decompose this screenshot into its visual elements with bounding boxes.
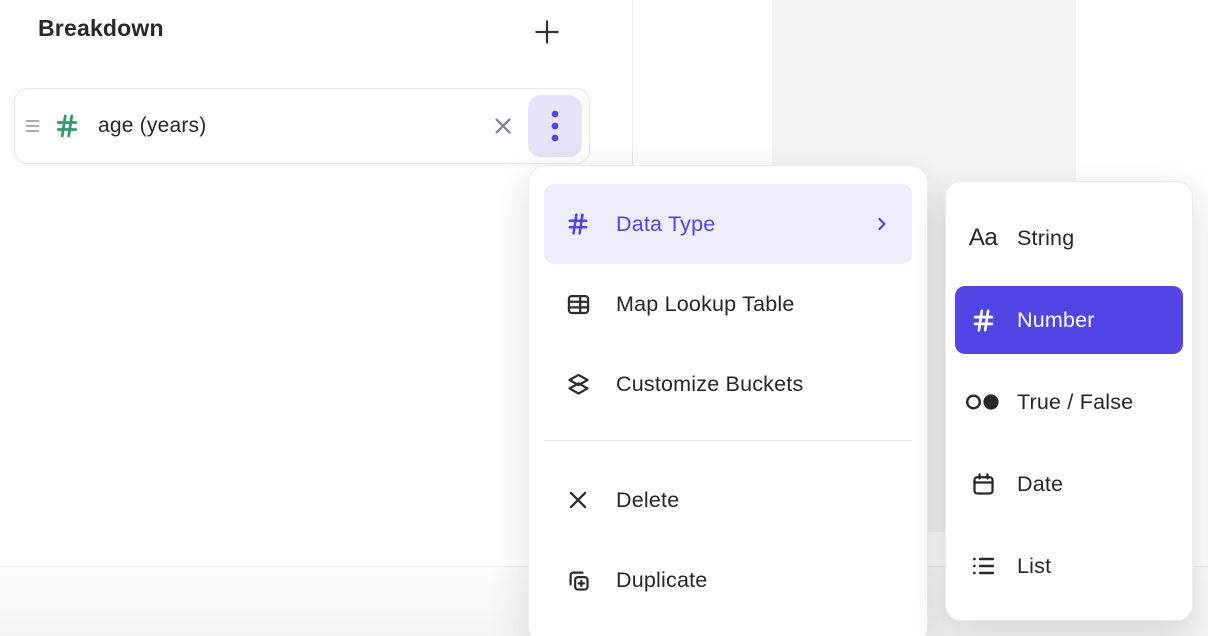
plus-icon (531, 16, 563, 48)
drag-handle-icon[interactable] (22, 115, 42, 137)
x-icon (564, 487, 592, 513)
remove-field-button[interactable] (482, 105, 524, 147)
menu-item-duplicate[interactable]: Duplicate (544, 540, 912, 620)
submenu-item-label: List (1017, 554, 1051, 579)
field-label: age (years) (98, 114, 482, 138)
field-options-button[interactable] (528, 95, 582, 157)
menu-item-customize-buckets[interactable]: Customize Buckets (544, 344, 912, 424)
submenu-item-label: String (1017, 226, 1074, 251)
calendar-icon (965, 471, 1001, 498)
menu-item-data-type[interactable]: Data Type (544, 184, 912, 264)
duplicate-icon (564, 567, 592, 594)
menu-divider (544, 440, 912, 441)
add-breakdown-button[interactable] (528, 12, 566, 52)
menu-item-label: Delete (616, 488, 679, 513)
list-icon (965, 552, 1001, 580)
field-options-menu: Data Type Map Lookup Table (528, 165, 928, 636)
page-title: Breakdown (38, 15, 164, 42)
menu-item-label: Duplicate (616, 568, 707, 593)
menu-item-map-lookup-table[interactable]: Map Lookup Table (544, 264, 912, 344)
submenu-item-label: Number (1017, 308, 1095, 333)
aa-icon: Aa (965, 224, 1001, 252)
menu-item-label: Customize Buckets (616, 372, 803, 397)
menu-item-label: Data Type (616, 212, 715, 237)
submenu-item-date[interactable]: Date (955, 450, 1183, 518)
submenu-item-number[interactable]: Number (955, 286, 1183, 354)
submenu-item-list[interactable]: List (955, 532, 1183, 600)
layers-icon (564, 371, 592, 398)
submenu-item-label: True / False (1017, 390, 1133, 415)
submenu-item-label: Date (1017, 472, 1063, 497)
hash-icon (965, 306, 1001, 335)
close-icon (490, 113, 516, 139)
table-icon (564, 291, 592, 318)
true-false-icon (965, 390, 1001, 414)
chevron-right-icon (872, 214, 892, 234)
menu-item-delete[interactable]: Delete (544, 460, 912, 540)
app-canvas: Breakdown age (years) (0, 0, 1208, 636)
data-type-submenu: Aa String Number True / False (945, 181, 1193, 621)
hash-icon (564, 210, 592, 238)
breakdown-field-chip[interactable]: age (years) (14, 88, 590, 164)
menu-item-label: Map Lookup Table (616, 292, 795, 317)
vertical-dots-icon (550, 109, 560, 143)
submenu-item-true-false[interactable]: True / False (955, 368, 1183, 436)
submenu-item-string[interactable]: Aa String (955, 204, 1183, 272)
number-type-icon (50, 111, 84, 141)
